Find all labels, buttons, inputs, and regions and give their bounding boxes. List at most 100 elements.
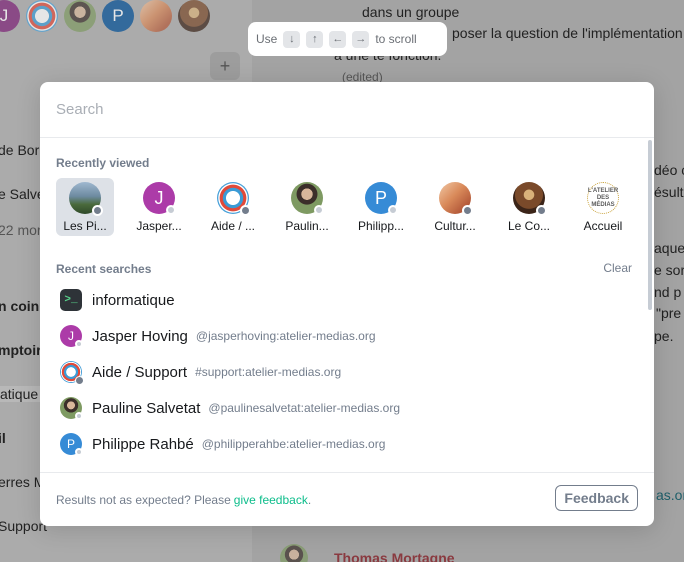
presence-dot-icon: [75, 448, 83, 456]
recent-search-support[interactable]: Aide / Support #support:atelier-medias.o…: [56, 354, 636, 390]
recent-item-label: Paulin...: [285, 219, 329, 233]
presence-dot-icon: [388, 205, 398, 215]
scroll-hint-suffix: to scroll: [375, 32, 417, 46]
bg-message-line-2: poser la question de l'implémentation: [452, 25, 683, 41]
search-dialog: Recently viewed Les Pi... J Jasper... Ai…: [40, 82, 654, 526]
arrow-left-key-icon: ←: [329, 30, 347, 48]
recently-viewed-list: Les Pi... J Jasper... Aide / ... Paulin.…: [56, 178, 632, 236]
atelier-logo-icon: L'ATELIER DES MÉDIAS: [587, 182, 619, 214]
presence-dot-icon: [166, 205, 176, 215]
presence-dot-icon: [75, 412, 83, 420]
bg-edge-7: pe.: [654, 328, 674, 344]
recent-search-informatique[interactable]: >_ informatique: [56, 282, 636, 318]
scroll-hint: Use ↓ ↑ ← → to scroll: [248, 22, 447, 56]
recent-item-label: Philipp...: [357, 219, 405, 233]
person-avatar-icon: [60, 397, 83, 420]
recently-viewed-heading: Recently viewed: [56, 156, 150, 170]
results-scrollbar[interactable]: [648, 140, 652, 310]
bg-edge-6: "pre: [656, 305, 682, 321]
presence-dot-icon: [314, 205, 324, 215]
arrow-up-key-icon: ↑: [306, 30, 324, 48]
arrow-right-key-icon: →: [352, 30, 370, 48]
result-id: @philipperahbe:atelier-medias.org: [201, 437, 386, 451]
public-globe-icon: [536, 205, 547, 216]
letter-avatar-icon: J: [60, 325, 83, 348]
feedback-button[interactable]: Feedback: [555, 485, 638, 511]
recent-item-le-co[interactable]: Le Co...: [500, 178, 558, 236]
recent-item-aide[interactable]: Aide / ...: [204, 178, 262, 236]
recent-item-les-pi[interactable]: Les Pi...: [56, 178, 114, 236]
bg-edge-8: as.or: [656, 487, 684, 503]
space-avatar-coin: [178, 0, 210, 32]
coin-avatar-icon: [513, 182, 547, 216]
result-id: @jasperhoving:atelier-medias.org: [195, 329, 376, 343]
recent-item-jasper[interactable]: J Jasper...: [130, 178, 188, 236]
lifebuoy-avatar-icon: [60, 361, 84, 385]
person-avatar-icon: [291, 182, 324, 215]
recent-item-pauline[interactable]: Paulin...: [278, 178, 336, 236]
public-globe-icon: [92, 205, 103, 216]
feedback-prompt: Results not as expected? Please: [56, 492, 231, 507]
recent-search-pauline[interactable]: Pauline Salvetat @paulinesalvetat:atelie…: [56, 390, 636, 426]
recent-item-label: Cultur...: [434, 219, 476, 233]
public-globe-icon: [240, 205, 251, 216]
result-name: informatique: [92, 291, 175, 309]
public-globe-icon: [75, 376, 84, 385]
presence-dot-icon: [75, 340, 83, 348]
background-space-bar: J P: [0, 0, 210, 32]
result-id: #support:atelier-medias.org: [195, 365, 342, 379]
result-name: Aide / Support: [92, 363, 188, 381]
bg-room-5: atique: [0, 386, 43, 402]
recent-item-label: Aide / ...: [210, 219, 256, 233]
atelier-logo-text: L'ATELIER DES MÉDIAS: [587, 187, 619, 208]
recent-item-label: Jasper...: [136, 219, 182, 233]
recent-item-accueil[interactable]: L'ATELIER DES MÉDIAS Accueil: [574, 178, 632, 236]
bg-edge-5: nd p: [654, 284, 682, 300]
lake-avatar-icon: [69, 182, 103, 216]
bg-edge-1: déo c: [654, 162, 684, 178]
feedback-prompt-period: .: [307, 492, 312, 507]
space-avatar-j: J: [0, 0, 20, 32]
letter-avatar-icon: P: [365, 182, 398, 215]
recent-searches-list: >_ informatique J Jasper Hoving @jasperh…: [56, 282, 636, 462]
recent-item-label: Les Pi...: [63, 219, 107, 233]
bg-edge-3: aque: [654, 240, 684, 256]
bg-message-avatar: [280, 544, 308, 562]
search-bar: [40, 82, 654, 138]
bg-room-2: e Salve: [0, 186, 45, 202]
recent-item-philippe[interactable]: P Philipp...: [352, 178, 410, 236]
recent-item-label: Le Co...: [507, 219, 551, 233]
give-feedback-link[interactable]: give feedback: [234, 493, 308, 507]
lifebuoy-avatar-icon: [217, 182, 251, 216]
recent-search-jasper[interactable]: J Jasper Hoving @jasperhoving:atelier-me…: [56, 318, 636, 354]
avatar-letter: P: [66, 437, 75, 451]
recent-item-label: Accueil: [583, 219, 623, 233]
space-avatar-p: P: [102, 0, 134, 32]
bg-room-1: de Bor: [0, 142, 40, 158]
recent-search-philippe[interactable]: P Philippe Rahbé @philipperahbe:atelier-…: [56, 426, 636, 462]
recent-searches-heading: Recent searches: [56, 262, 152, 276]
public-globe-icon: [462, 205, 473, 216]
result-id: @paulinesalvetat:atelier-medias.org: [208, 401, 401, 415]
dialog-footer: Results not as expected? Please give fee…: [40, 472, 654, 526]
recent-item-culture[interactable]: Cultur...: [426, 178, 484, 236]
space-avatar-support: [26, 0, 58, 32]
arrow-down-key-icon: ↓: [283, 30, 301, 48]
letter-avatar-icon: J: [143, 182, 176, 215]
bg-edge-2: ésult: [654, 184, 684, 200]
bg-room-4: mptoir: [0, 342, 42, 358]
bg-room-6: il: [0, 430, 6, 446]
result-name: Pauline Salvetat: [92, 399, 201, 417]
clear-recent-searches-button[interactable]: Clear: [603, 261, 632, 275]
result-name: Jasper Hoving: [92, 327, 188, 345]
result-name: Philippe Rahbé: [92, 435, 194, 453]
bg-message-line-1: dans un groupe: [362, 4, 460, 20]
avatar-letter: J: [68, 329, 74, 343]
hands-avatar-icon: [439, 182, 473, 216]
search-input[interactable]: [56, 101, 638, 118]
bg-message-sender: Thomas Mortagne: [334, 550, 455, 562]
bg-edge-4: e sor: [654, 262, 684, 278]
letter-avatar-icon: P: [60, 433, 83, 456]
avatar-letter: P: [374, 187, 387, 208]
bg-room-7: erres M: [0, 474, 46, 490]
